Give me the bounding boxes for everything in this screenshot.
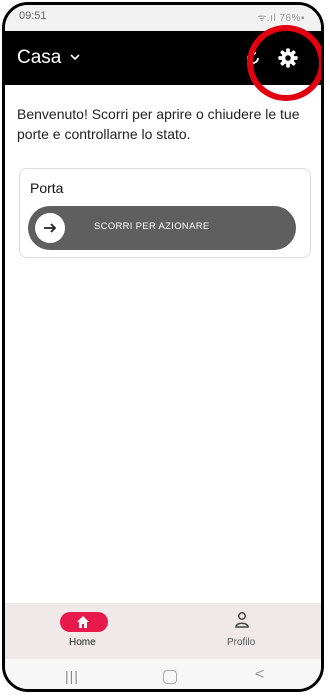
nav-label-home[interactable]: Home (69, 637, 96, 648)
door-title: Porta (30, 180, 64, 196)
nav-label-profile[interactable]: Profilo (227, 637, 255, 648)
slider-label: SCORRI PER AZIONARE (94, 221, 210, 232)
user-icon[interactable] (234, 611, 250, 629)
arrow-right-icon (44, 223, 57, 233)
system-nav-bar: ||| < (5, 659, 321, 689)
swipe-to-actuate-slider[interactable]: SCORRI PER AZIONARE (28, 206, 296, 250)
slider-knob[interactable] (35, 213, 65, 243)
phone-frame: 09:51 ᯤ.ıl 76%▪ Casa Benvenuto! Scorri p… (2, 2, 324, 692)
location-title[interactable]: Casa (17, 47, 61, 69)
door-card: Porta SCORRI PER AZIONARE (19, 168, 311, 258)
nav-item-home[interactable] (60, 612, 108, 632)
bottom-nav: Home Profilo (5, 603, 321, 659)
highlight-ring (247, 25, 321, 101)
system-home-button[interactable] (163, 670, 177, 684)
system-back-button[interactable]: < (255, 666, 264, 684)
welcome-text: Benvenuto! Scorri per aprire o chiudere … (17, 106, 300, 142)
chevron-down-icon[interactable] (69, 51, 81, 63)
status-indicators: ᯤ.ıl 76%▪ (257, 13, 305, 24)
status-time: 09:51 (19, 10, 47, 22)
recent-apps-button[interactable]: ||| (65, 668, 79, 684)
home-icon (77, 616, 89, 628)
